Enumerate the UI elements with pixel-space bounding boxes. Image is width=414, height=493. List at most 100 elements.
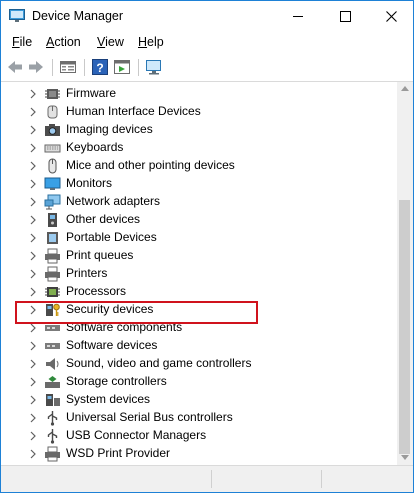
tree-item-label: Storage controllers [66, 374, 167, 388]
other-device-icon [48, 213, 57, 227]
hid-icon [47, 105, 58, 119]
status-segment [1, 470, 212, 488]
tree-item-label: Human Interface Devices [66, 104, 201, 118]
menu-file[interactable]: File [12, 35, 32, 49]
usb-connector-icon [47, 429, 58, 444]
chevron-right-icon[interactable] [30, 125, 36, 135]
properties-icon [60, 61, 76, 73]
close-button[interactable] [368, 1, 413, 32]
scroll-down-arrow-icon[interactable] [401, 455, 409, 460]
chevron-right-icon[interactable] [30, 89, 36, 99]
tree-item-wsd-print-provider[interactable]: WSD Print Provider [1, 445, 397, 463]
scroll-up-arrow-icon[interactable] [401, 86, 409, 91]
tree-item-system-devices[interactable]: System devices [1, 391, 397, 409]
back-button[interactable] [6, 58, 24, 76]
chevron-right-icon[interactable] [30, 143, 36, 153]
scan-hardware-button[interactable] [145, 58, 163, 76]
tree-item-label: Firmware [66, 86, 116, 100]
tree-item-label: Imaging devices [66, 122, 153, 136]
chevron-right-icon[interactable] [30, 395, 36, 405]
chevron-right-icon[interactable] [30, 269, 36, 279]
run-button[interactable] [113, 58, 131, 76]
tree-item-label: Keyboards [66, 140, 124, 154]
menu-view[interactable]: View [97, 35, 124, 49]
tree-item-network-adapters[interactable]: Network adapters [1, 193, 397, 211]
back-icon [8, 61, 22, 73]
tree-item-label: Universal Serial Bus controllers [66, 410, 233, 424]
tree-item-usb-connector-managers[interactable]: USB Connector Managers [1, 427, 397, 445]
tree-item-processors[interactable]: Processors [1, 283, 397, 301]
tree-item-label: Software devices [66, 338, 158, 352]
monitor-icon [44, 177, 61, 190]
device-tree[interactable]: Firmware Human Interface Devices Imaging… [1, 82, 397, 465]
chevron-right-icon[interactable] [30, 413, 36, 423]
help-button[interactable]: ? [91, 58, 109, 76]
status-bar [1, 465, 413, 492]
chevron-right-icon[interactable] [30, 197, 36, 207]
highlight-box [15, 301, 258, 324]
portable-device-icon [47, 232, 58, 244]
minimize-button[interactable] [275, 1, 321, 32]
properties-button[interactable] [59, 58, 77, 76]
firmware-icon [45, 89, 60, 99]
tree-item-label: Portable Devices [66, 230, 157, 244]
chevron-right-icon[interactable] [30, 431, 36, 441]
chevron-right-icon[interactable] [30, 251, 36, 261]
toolbar-separator [52, 59, 53, 76]
usb-icon [47, 411, 58, 426]
toolbar-separator [84, 59, 85, 76]
chevron-right-icon[interactable] [30, 449, 36, 459]
chevron-right-icon[interactable] [30, 233, 36, 243]
chevron-right-icon[interactable] [30, 323, 36, 333]
speaker-icon [46, 358, 59, 370]
tree-item-label: Sound, video and game controllers [66, 356, 252, 370]
window-title: Device Manager [32, 9, 124, 23]
processor-icon [45, 287, 60, 297]
forward-button[interactable] [27, 58, 45, 76]
chevron-right-icon[interactable] [30, 107, 36, 117]
tree-item-label: Print queues [66, 248, 134, 262]
chevron-right-icon[interactable] [30, 179, 36, 189]
tree-item-storage-controllers[interactable]: Storage controllers [1, 373, 397, 391]
menu-help[interactable]: Help [138, 35, 164, 49]
tree-item-other-devices[interactable]: Other devices [1, 211, 397, 229]
chevron-right-icon[interactable] [30, 287, 36, 297]
tree-item-human-interface-devices[interactable]: Human Interface Devices [1, 103, 397, 121]
chevron-right-icon[interactable] [30, 215, 36, 225]
title-bar[interactable]: Device Manager [1, 1, 413, 32]
maximize-button[interactable] [322, 1, 368, 32]
network-icon [44, 194, 61, 210]
tree-item-firmware[interactable]: Firmware [1, 85, 397, 103]
help-icon: ? [92, 59, 108, 75]
tree-item-label: Printers [66, 266, 108, 280]
tree-item-label: WSD Print Provider [66, 446, 171, 460]
tree-item-usb-controllers[interactable]: Universal Serial Bus controllers [1, 409, 397, 427]
tree-item-monitors[interactable]: Monitors [1, 175, 397, 193]
tree-item-mice[interactable]: Mice and other pointing devices [1, 157, 397, 175]
print-queue-icon [45, 248, 60, 264]
toolbar: ? [1, 54, 413, 82]
tree-item-printers[interactable]: Printers [1, 265, 397, 283]
maximize-icon [339, 11, 351, 23]
scrollbar-thumb[interactable] [399, 200, 410, 454]
vertical-scrollbar[interactable] [397, 82, 413, 465]
tree-item-label: System devices [66, 392, 151, 406]
tree-item-keyboards[interactable]: Keyboards [1, 139, 397, 157]
tree-item-label: Processors [66, 284, 127, 298]
tree-item-portable-devices[interactable]: Portable Devices [1, 229, 397, 247]
tree-item-label: Monitors [66, 176, 113, 190]
tree-item-imaging-devices[interactable]: Imaging devices [1, 121, 397, 139]
camera-icon [45, 124, 60, 136]
tree-item-label: Network adapters [66, 194, 161, 208]
storage-controller-icon [45, 376, 60, 388]
menu-action[interactable]: Action [46, 35, 81, 49]
device-manager-app-icon [9, 9, 25, 22]
tree-item-sound-video-game[interactable]: Sound, video and game controllers [1, 355, 397, 373]
chevron-right-icon[interactable] [30, 359, 36, 369]
chevron-right-icon[interactable] [30, 341, 36, 351]
tree-item-print-queues[interactable]: Print queues [1, 247, 397, 265]
chevron-right-icon[interactable] [30, 161, 36, 171]
chevron-right-icon[interactable] [30, 377, 36, 387]
svg-text:?: ? [96, 61, 103, 75]
tree-item-software-devices[interactable]: Software devices [1, 337, 397, 355]
